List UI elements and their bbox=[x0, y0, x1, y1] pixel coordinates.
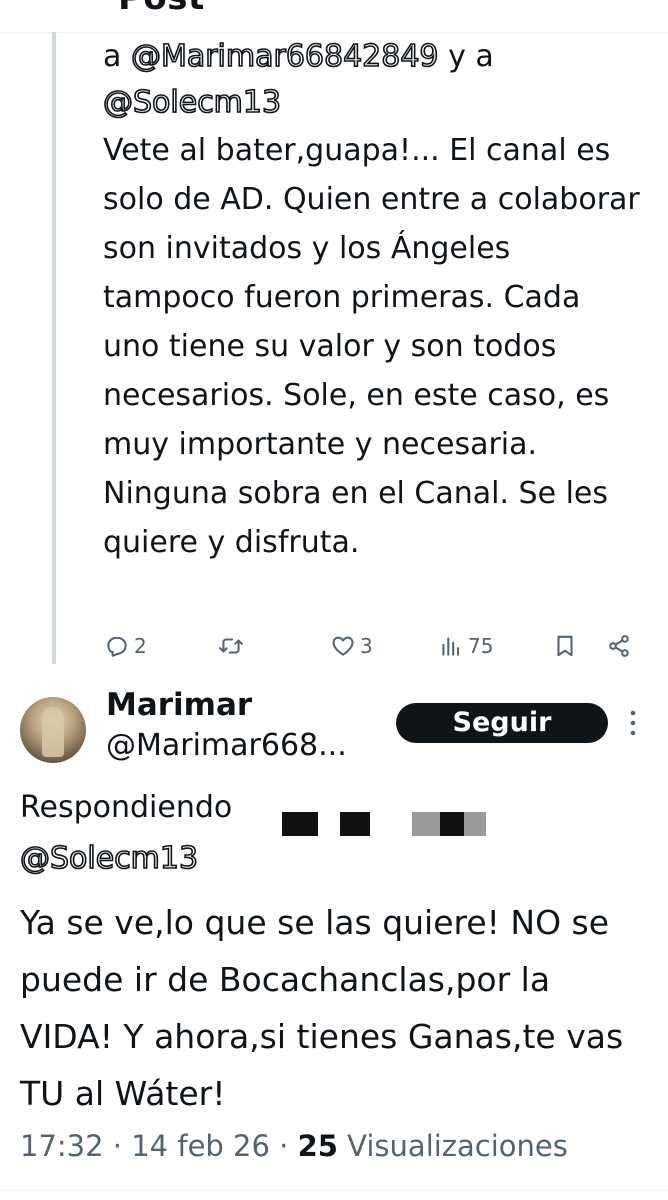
share-icon bbox=[606, 633, 632, 659]
repost-action[interactable] bbox=[218, 626, 248, 666]
mention-link-solecm13[interactable]: @Solecm13 bbox=[102, 84, 282, 121]
views-count: 75 bbox=[468, 634, 494, 658]
page-title: Post bbox=[118, 0, 205, 18]
like-icon bbox=[330, 633, 356, 659]
redacted-mention-block-1 bbox=[282, 812, 318, 836]
views-action[interactable]: 75 bbox=[438, 626, 493, 666]
reply-joiner: y a bbox=[448, 39, 494, 74]
thread-connector-line bbox=[52, 32, 56, 664]
meta-separator: · bbox=[112, 1129, 123, 1163]
follow-button[interactable]: Seguir bbox=[396, 703, 608, 743]
mention-link-marimar[interactable]: @Marimar66842849 bbox=[130, 38, 439, 75]
previous-post-reply-context: a @Marimar66842849 y a @Solecm13 bbox=[102, 34, 643, 126]
author-handle[interactable]: @Marimar668... bbox=[106, 725, 347, 767]
replying-to-label: Respondiendo bbox=[20, 790, 233, 825]
post-views-label[interactable]: Visualizaciones bbox=[347, 1129, 568, 1163]
reply-count: 2 bbox=[134, 634, 147, 658]
post-date[interactable]: 14 feb 26 bbox=[131, 1129, 270, 1163]
bookmark-icon bbox=[552, 633, 578, 659]
reply-icon bbox=[104, 633, 130, 659]
views-icon bbox=[438, 633, 464, 659]
avatar-figure bbox=[42, 707, 64, 757]
repost-icon bbox=[218, 633, 244, 659]
previous-post-body: Vete al bater,guapa!... El canal es solo… bbox=[103, 133, 640, 560]
author-avatar[interactable] bbox=[20, 697, 86, 763]
replying-to-mention-solecm13[interactable]: @Solecm13 bbox=[19, 838, 199, 880]
post-metadata: 17:32 · 14 feb 26 · 25 Visualizaciones bbox=[20, 1124, 568, 1168]
redacted-mention-block-5 bbox=[464, 812, 486, 836]
main-post-body: Ya se ve,lo que se las quiere! NO se pue… bbox=[20, 903, 624, 1113]
author-display-name[interactable]: Marimar bbox=[106, 684, 252, 726]
post-views-count[interactable]: 25 bbox=[298, 1129, 338, 1163]
redacted-mention-block-4 bbox=[440, 812, 464, 836]
redacted-mention-block-2 bbox=[340, 812, 370, 836]
meta-separator: · bbox=[279, 1129, 289, 1163]
like-count: 3 bbox=[360, 634, 373, 658]
reply-prefix: a bbox=[103, 39, 122, 74]
previous-post-action-bar: 2 3 75 bbox=[0, 626, 668, 666]
redacted-mention-block-3 bbox=[412, 812, 440, 836]
reply-action[interactable]: 2 bbox=[104, 626, 147, 666]
like-action[interactable]: 3 bbox=[330, 626, 373, 666]
divider bbox=[0, 1190, 668, 1191]
bookmark-action[interactable] bbox=[552, 626, 578, 666]
post-time[interactable]: 17:32 bbox=[20, 1129, 104, 1163]
more-options-icon[interactable] bbox=[626, 706, 640, 740]
top-header: Post bbox=[0, 0, 668, 33]
share-action[interactable] bbox=[606, 626, 632, 666]
